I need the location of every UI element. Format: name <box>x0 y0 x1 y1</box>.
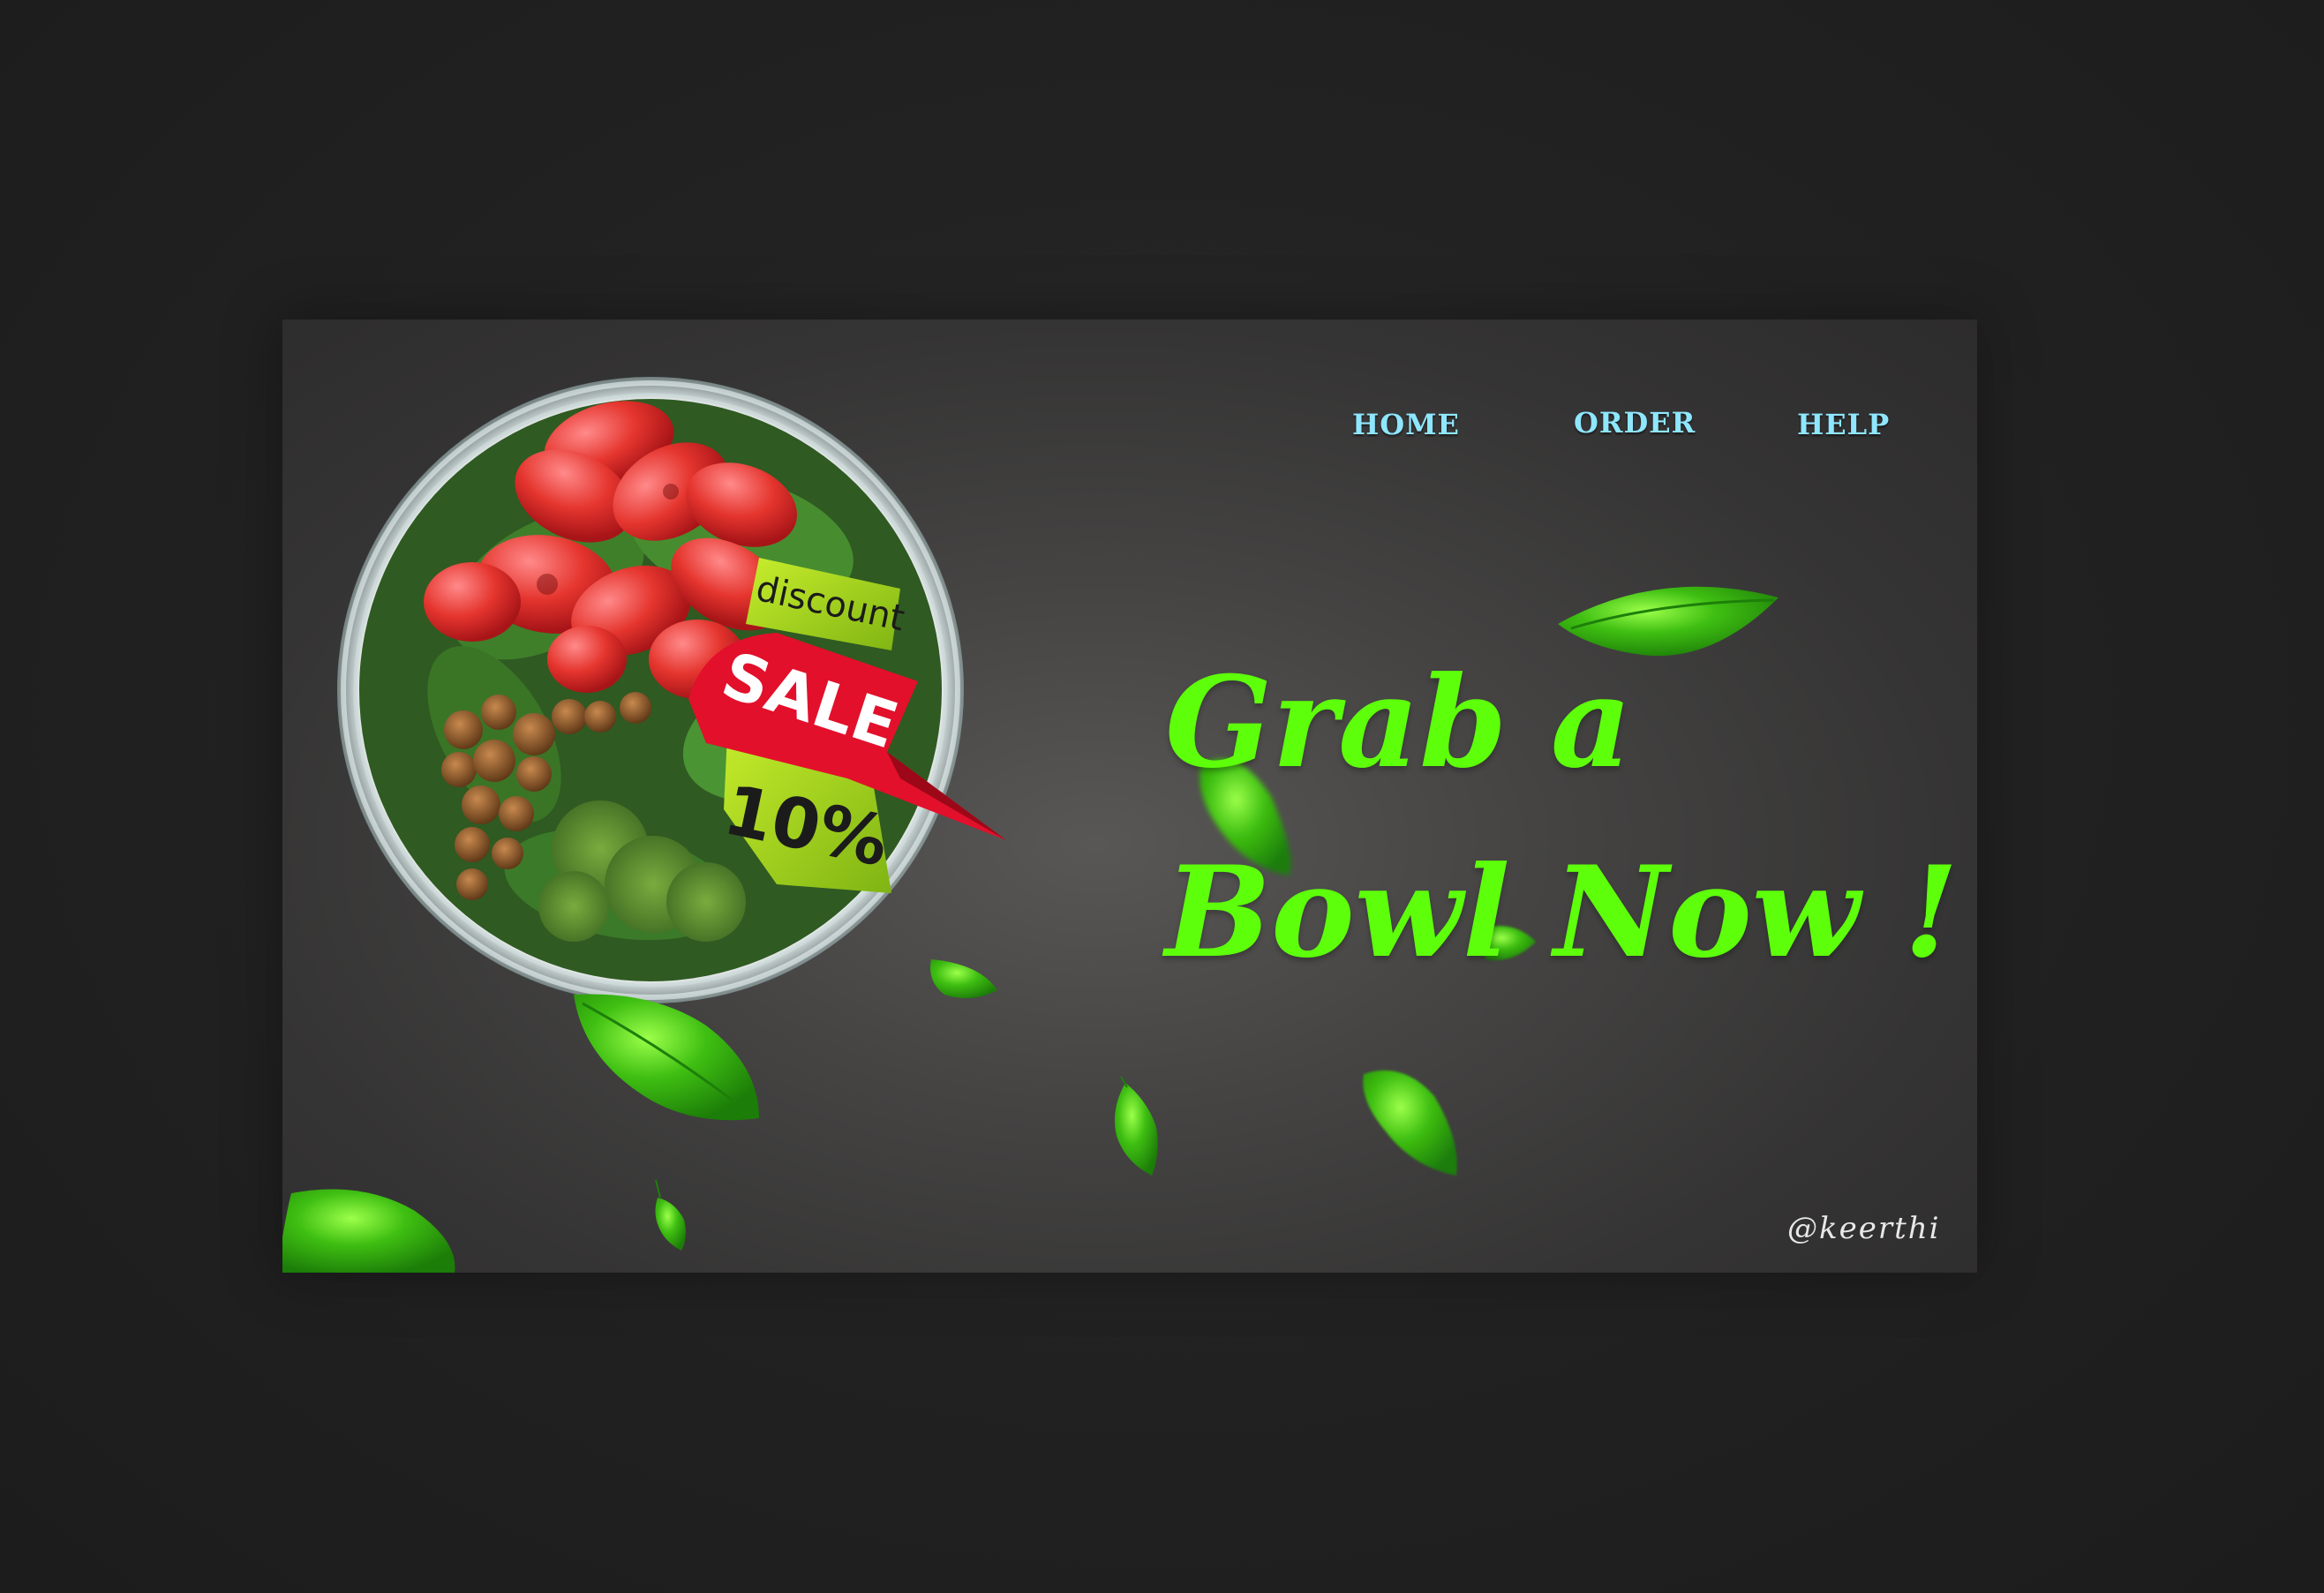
leaf-icon <box>574 994 759 1121</box>
leaf-icon <box>655 1179 686 1251</box>
leaf-icon <box>1363 1070 1457 1176</box>
leaf-icon <box>930 959 997 998</box>
nav-order-link[interactable]: ORDER <box>1574 406 1696 440</box>
hero-headline-line-2: Bowl Now ! <box>1165 839 1959 986</box>
nav-home-link[interactable]: HOME <box>1352 408 1460 441</box>
hero-headline-line-1: Grab a <box>1165 650 1632 796</box>
nav-help-link[interactable]: HELP <box>1797 408 1890 441</box>
author-signature: @keerthi <box>1787 1211 1941 1246</box>
hero-headline: Grab a Bowl Now ! <box>1165 628 1959 1008</box>
top-navigation: HOME ORDER HELP <box>282 406 1977 461</box>
leaf-icon <box>1114 1076 1158 1176</box>
hero-banner: discount SALE 10% HOME ORDER HELP Grab a… <box>282 319 1977 1273</box>
leaf-icon <box>282 1189 455 1273</box>
